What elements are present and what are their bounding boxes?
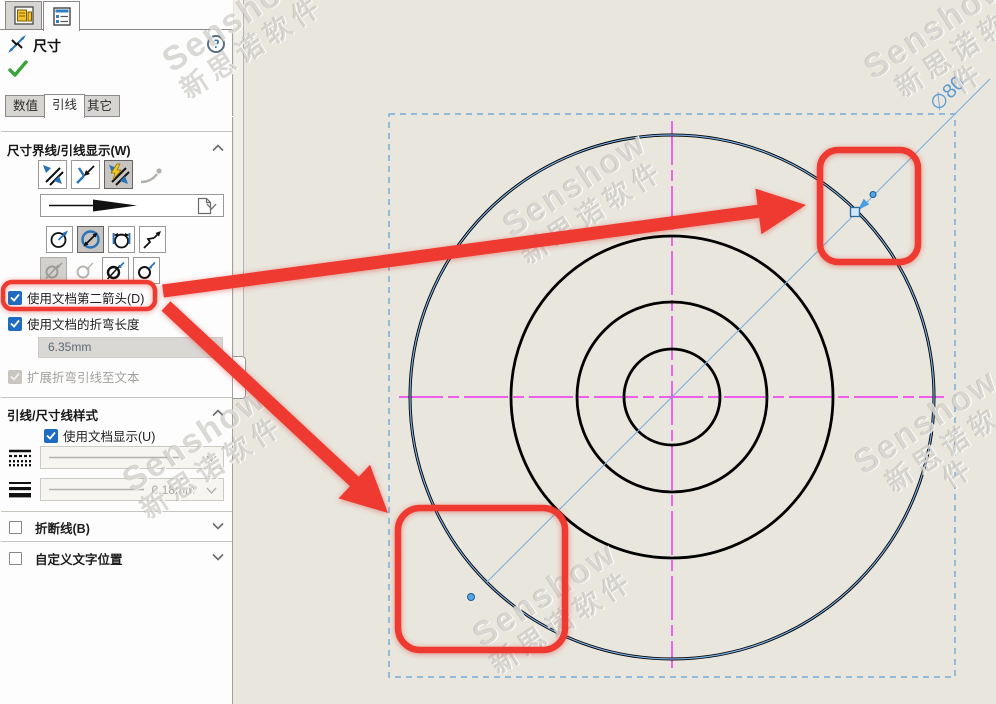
smart-arrows-button[interactable] [104,160,133,189]
collapse-chevron-up-icon[interactable] [212,409,224,417]
help-icon[interactable]: ? [207,35,225,53]
circle-arrows-sides-icon [111,229,132,250]
dimension-subtabs: 数值 引线 其它 [0,93,233,117]
checkbox-row-extend-bent: 扩展折弯引线至文本 [8,367,140,386]
section-custom-text-row[interactable]: 自定义文字位置 [9,549,123,568]
checkbox-checked-icon[interactable] [8,291,22,305]
divider [1,541,232,542]
panel-title-row: 尺寸 ? [0,34,233,56]
foreshortened-button[interactable] [139,226,166,253]
diameter-gray2-icon [74,260,95,281]
collapse-chevron-up-icon[interactable] [212,144,224,152]
divider [1,131,232,132]
diameter-bold-arrow-icon [105,260,126,281]
line-style-icon [8,449,32,467]
expand-chevron-down-icon[interactable] [212,522,224,530]
bent-leader-icon-disabled [139,166,165,184]
dimension-arrow-grip[interactable] [870,192,876,198]
arrows-outside-button[interactable] [38,160,67,189]
circle-arrow-out-icon [49,229,70,250]
section-break-line-title: 折断线(B) [35,518,90,537]
section-break-line-row[interactable]: 折断线(B) [9,518,90,537]
panel-tabstrip [0,0,233,30]
line-style-preview [49,447,179,468]
line-thickness-icon [8,481,32,498]
bend-length-field: 6.35mm [38,337,223,358]
diameter-style4-button[interactable] [133,257,160,284]
expand-chevron-down-icon[interactable] [212,553,224,561]
section-witness-title: 尺寸界线/引线显示(W) [7,140,131,159]
checkbox-unchecked-icon[interactable] [9,521,22,534]
leader-both-sides-button[interactable] [108,226,135,253]
line-thickness-value: 0.18mm [152,483,195,497]
property-manager-panel: 尺寸 ? 数值 引线 其它 尺寸界线/引线显示(W) [0,0,233,704]
panel-flyout-handle[interactable] [233,356,246,399]
diameter-gray-icon [43,260,64,281]
diameter-thin-arrow-icon [136,260,157,281]
dimension-endpoint-grip[interactable] [468,594,475,601]
checkbox-row-bend-length[interactable]: 使用文档的折弯长度 [8,314,140,333]
dimension-handle-square[interactable] [851,208,860,217]
checkbox-checked-icon[interactable] [44,429,58,443]
smart-arrows-icon [107,163,130,186]
section-leader-style-title: 引线/尺寸线样式 [7,405,98,424]
arrow-style-preview-icon [47,195,147,216]
checkbox-document-display-label: 使用文档显示(U) [63,426,155,445]
checkbox-disabled-icon [8,370,22,384]
ok-check-icon [6,58,30,80]
leader-diameter-button[interactable] [77,226,104,253]
feature-manager-icon [13,6,35,26]
divider [1,511,232,512]
leader-outside-button[interactable] [46,226,73,253]
line-style-dropdown-disabled [40,446,224,469]
diameter-style2-button-disabled [71,257,98,284]
solidworks-window: 尺寸 ? 数值 引线 其它 尺寸界线/引线显示(W) [0,0,996,704]
section-custom-text-title: 自定义文字位置 [35,549,123,568]
checkbox-checked-icon[interactable] [8,317,22,331]
tab-other[interactable]: 其它 [79,95,120,117]
checkbox-unchecked-icon[interactable] [9,552,22,565]
checkbox-second-arrow-label: 使用文档第二箭头(D) [27,288,144,307]
panel-title: 尺寸 [33,36,61,56]
tab-feature-manager[interactable] [5,1,42,30]
arrow-style-dropdown[interactable] [40,194,224,217]
dimension-icon [7,34,29,54]
dropdown-chevron-icon [206,487,217,494]
line-thickness-dropdown-disabled: 0.18mm [40,478,224,501]
arrows-outside-icon [41,163,64,186]
property-manager-icon [51,7,73,27]
tab-numeric[interactable]: 数值 [5,95,46,117]
diameter-style3-button[interactable] [102,257,129,284]
arrows-inside-icon [74,163,97,186]
dimension-value-text[interactable]: ∅80 [926,72,970,116]
tab-property-manager[interactable] [43,1,80,31]
arrows-inside-button[interactable] [71,160,100,189]
dimension-line[interactable] [487,79,990,582]
circle-diameter-arrow-icon [80,229,101,250]
checkbox-extend-bent-label: 扩展折弯引线至文本 [27,367,140,386]
checkbox-row-second-arrow[interactable]: 使用文档第二箭头(D) [8,288,144,307]
zigzag-arrow-icon [142,229,163,250]
ok-button[interactable] [6,58,30,83]
checkbox-bend-length-label: 使用文档的折弯长度 [27,314,140,333]
dropdown-chevron-icon [206,455,217,462]
panel-splitter [234,0,244,356]
diameter-style1-button-disabled [40,257,67,284]
divider [1,397,232,398]
dropdown-chevron-icon [206,203,217,210]
checkbox-row-document-display[interactable]: 使用文档显示(U) [44,426,155,445]
tab-leader[interactable]: 引线 [44,94,85,118]
line-thickness-preview [49,479,144,500]
